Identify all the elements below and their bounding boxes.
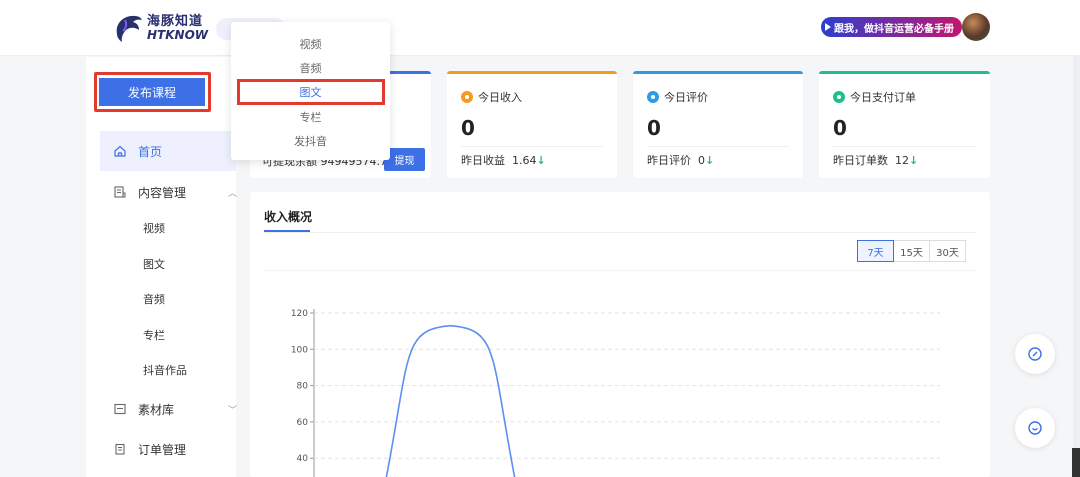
sidebar-item-home[interactable]: 首页 (100, 131, 236, 171)
scrollbar-thumb[interactable] (1072, 448, 1080, 477)
down-arrow-icon: ↓ (536, 154, 546, 167)
y-tick-label: 60 (297, 418, 309, 428)
footer-label: 昨日评价 (647, 154, 691, 167)
y-tick-label: 40 (297, 454, 309, 464)
material-icon (114, 403, 126, 415)
card-title: 今日支付订单 (850, 91, 916, 104)
sidebar-item-label: 内容管理 (138, 185, 187, 200)
y-tick-label: 120 (291, 309, 308, 319)
sidebar-item-label: 订单管理 (138, 442, 187, 457)
income-series-line (385, 324, 516, 477)
income-card: 今日收入 0 昨日收益 1.64↓ (447, 71, 617, 178)
sidebar-subitem-column[interactable]: 专栏 (143, 317, 165, 353)
promo-text: 跟我，做抖音运营必备手册 (834, 23, 954, 35)
sidebar-item-label: 首页 (138, 144, 163, 159)
top-header: 海豚知道 HTKNOW 跟我，做抖音运营必备手册 (0, 0, 1080, 56)
card-value: 0 (833, 116, 847, 140)
logo-text-en: HTKNOW (147, 27, 209, 42)
card-value: 0 (461, 116, 475, 140)
footer-label: 昨日收益 (461, 154, 505, 167)
y-tick-label: 80 (297, 382, 309, 392)
logo-text-cn: 海豚知道 (147, 13, 204, 29)
highlight-outline-publish (94, 72, 211, 112)
link-icon (1028, 347, 1042, 361)
chat-icon (1028, 421, 1042, 435)
dropdown-item-video[interactable]: 视频 (231, 36, 390, 52)
chat-float-button[interactable] (1015, 408, 1055, 448)
withdraw-button[interactable]: 提现 (384, 148, 425, 171)
card-footer: 昨日订单数 12↓ (833, 152, 918, 168)
chevron-down-icon: ﹀ (228, 406, 238, 416)
home-icon (114, 145, 126, 157)
dropdown-item-audio[interactable]: 音频 (231, 60, 390, 76)
share-float-button[interactable] (1015, 334, 1055, 374)
y-tick-label: 100 (291, 345, 308, 355)
chevron-up-icon: ︿ (228, 189, 238, 199)
dropdown-item-column[interactable]: 专栏 (231, 109, 390, 125)
down-arrow-icon: ↓ (705, 154, 715, 167)
sidebar-subitem-video[interactable]: 视频 (143, 210, 165, 246)
footer-value: 12 (895, 154, 909, 167)
income-icon (461, 91, 473, 103)
sidebar-subitem-douyin-works[interactable]: 抖音作品 (143, 352, 187, 388)
sidebar-item-material[interactable]: 素材库 ﹀ (100, 391, 238, 427)
income-overview-panel: 收入概况 7天 15天 30天 40 60 80 100 120 (250, 192, 990, 477)
sidebar-item-content[interactable]: 内容管理 ︿ (100, 174, 238, 210)
card-footer: 昨日收益 1.64↓ (461, 152, 546, 168)
order-icon (115, 443, 125, 455)
card-footer: 昨日评价 0↓ (647, 152, 714, 168)
reviews-card: 今日评价 0 昨日评价 0↓ (633, 71, 803, 178)
sidebar-subitem-article[interactable]: 图文 (143, 246, 165, 282)
range-7-days-button[interactable]: 7天 (857, 240, 894, 262)
footer-label: 昨日订单数 (833, 154, 888, 167)
footer-value: 0 (698, 154, 705, 167)
card-title: 今日收入 (478, 91, 522, 104)
card-value: 0 (647, 116, 661, 140)
orders-card: 今日支付订单 0 昨日订单数 12↓ (819, 71, 990, 178)
dolphin-logo-icon (116, 15, 142, 42)
sidebar-item-label: 素材库 (138, 402, 175, 417)
scrollbar-track[interactable] (1073, 56, 1080, 477)
sidebar: 发布课程 首页 内容管理 ︿ 视频 图文 音频 专栏 抖音作品 素材库 ﹀ 订单… (86, 57, 238, 477)
dropdown-item-post-douyin[interactable]: 发抖音 (231, 133, 390, 149)
card-title: 今日评价 (664, 91, 708, 104)
logo[interactable]: 海豚知道 HTKNOW (113, 12, 208, 44)
highlight-outline-article (237, 79, 385, 105)
sidebar-subitem-audio[interactable]: 音频 (143, 281, 165, 317)
down-arrow-icon: ↓ (909, 154, 919, 167)
footer-value: 1.64 (512, 154, 537, 167)
orders-icon (833, 91, 845, 103)
publish-type-dropdown: 视频 音频 图文 专栏 发抖音 (231, 22, 390, 160)
content-icon (114, 186, 126, 198)
reviews-icon (647, 91, 659, 103)
sidebar-item-orders[interactable]: 订单管理 (100, 431, 236, 467)
avatar[interactable] (962, 13, 990, 41)
income-line-chart: 40 60 80 100 120 (291, 309, 940, 477)
play-icon (825, 23, 831, 31)
promo-banner[interactable]: 跟我，做抖音运营必备手册 (821, 17, 962, 37)
